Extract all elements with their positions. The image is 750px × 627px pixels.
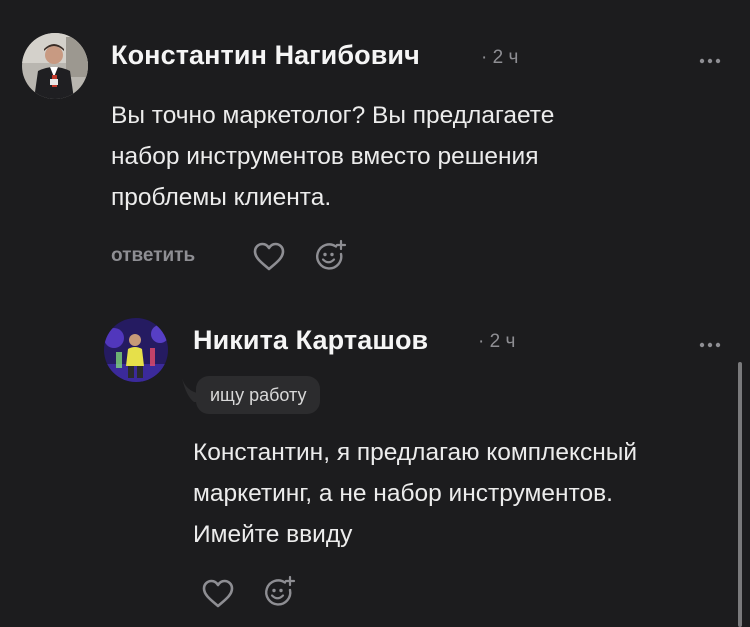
comment-author[interactable]: Константин Нагибович — [111, 40, 420, 71]
comment-line: Вы точно маркетолог? Вы предлагаете — [111, 102, 555, 129]
separator: · — [481, 47, 488, 68]
reply-button[interactable]: ответить — [111, 245, 195, 267]
status-badge: ищу работу — [196, 376, 321, 414]
comment-time[interactable]: 2 ч — [493, 47, 519, 68]
comment-line: Имейте ввиду — [193, 521, 353, 548]
comment-line: проблемы клиента. — [111, 184, 332, 211]
scrollbar[interactable] — [738, 362, 742, 627]
comment-text: Вы точно маркетолог? Вы предлагаете набо… — [111, 95, 554, 218]
comment-line: Константин, я предлагаю комплексный — [193, 439, 638, 466]
ellipsis-icon[interactable] — [698, 48, 722, 70]
separator: · — [478, 331, 485, 352]
add-reaction-icon[interactable] — [314, 239, 348, 273]
add-reaction-icon[interactable] — [263, 575, 297, 609]
comment-meta: · 2 ч — [478, 331, 515, 353]
heart-icon[interactable] — [201, 578, 235, 610]
comment-author[interactable]: Никита Карташов — [193, 325, 428, 356]
avatar[interactable] — [104, 318, 168, 382]
comment-meta: · 2 ч — [481, 47, 518, 69]
ellipsis-icon[interactable] — [698, 332, 722, 354]
comment-time[interactable]: 2 ч — [490, 331, 516, 352]
heart-icon[interactable] — [252, 241, 286, 273]
comment-line: маркетинг, а не набор инструментов. — [193, 480, 613, 507]
comment-line: набор инструментов вместо решения — [111, 143, 539, 170]
avatar[interactable] — [22, 33, 88, 99]
comment-text: Константин, я предлагаю комплексный марк… — [193, 432, 637, 555]
